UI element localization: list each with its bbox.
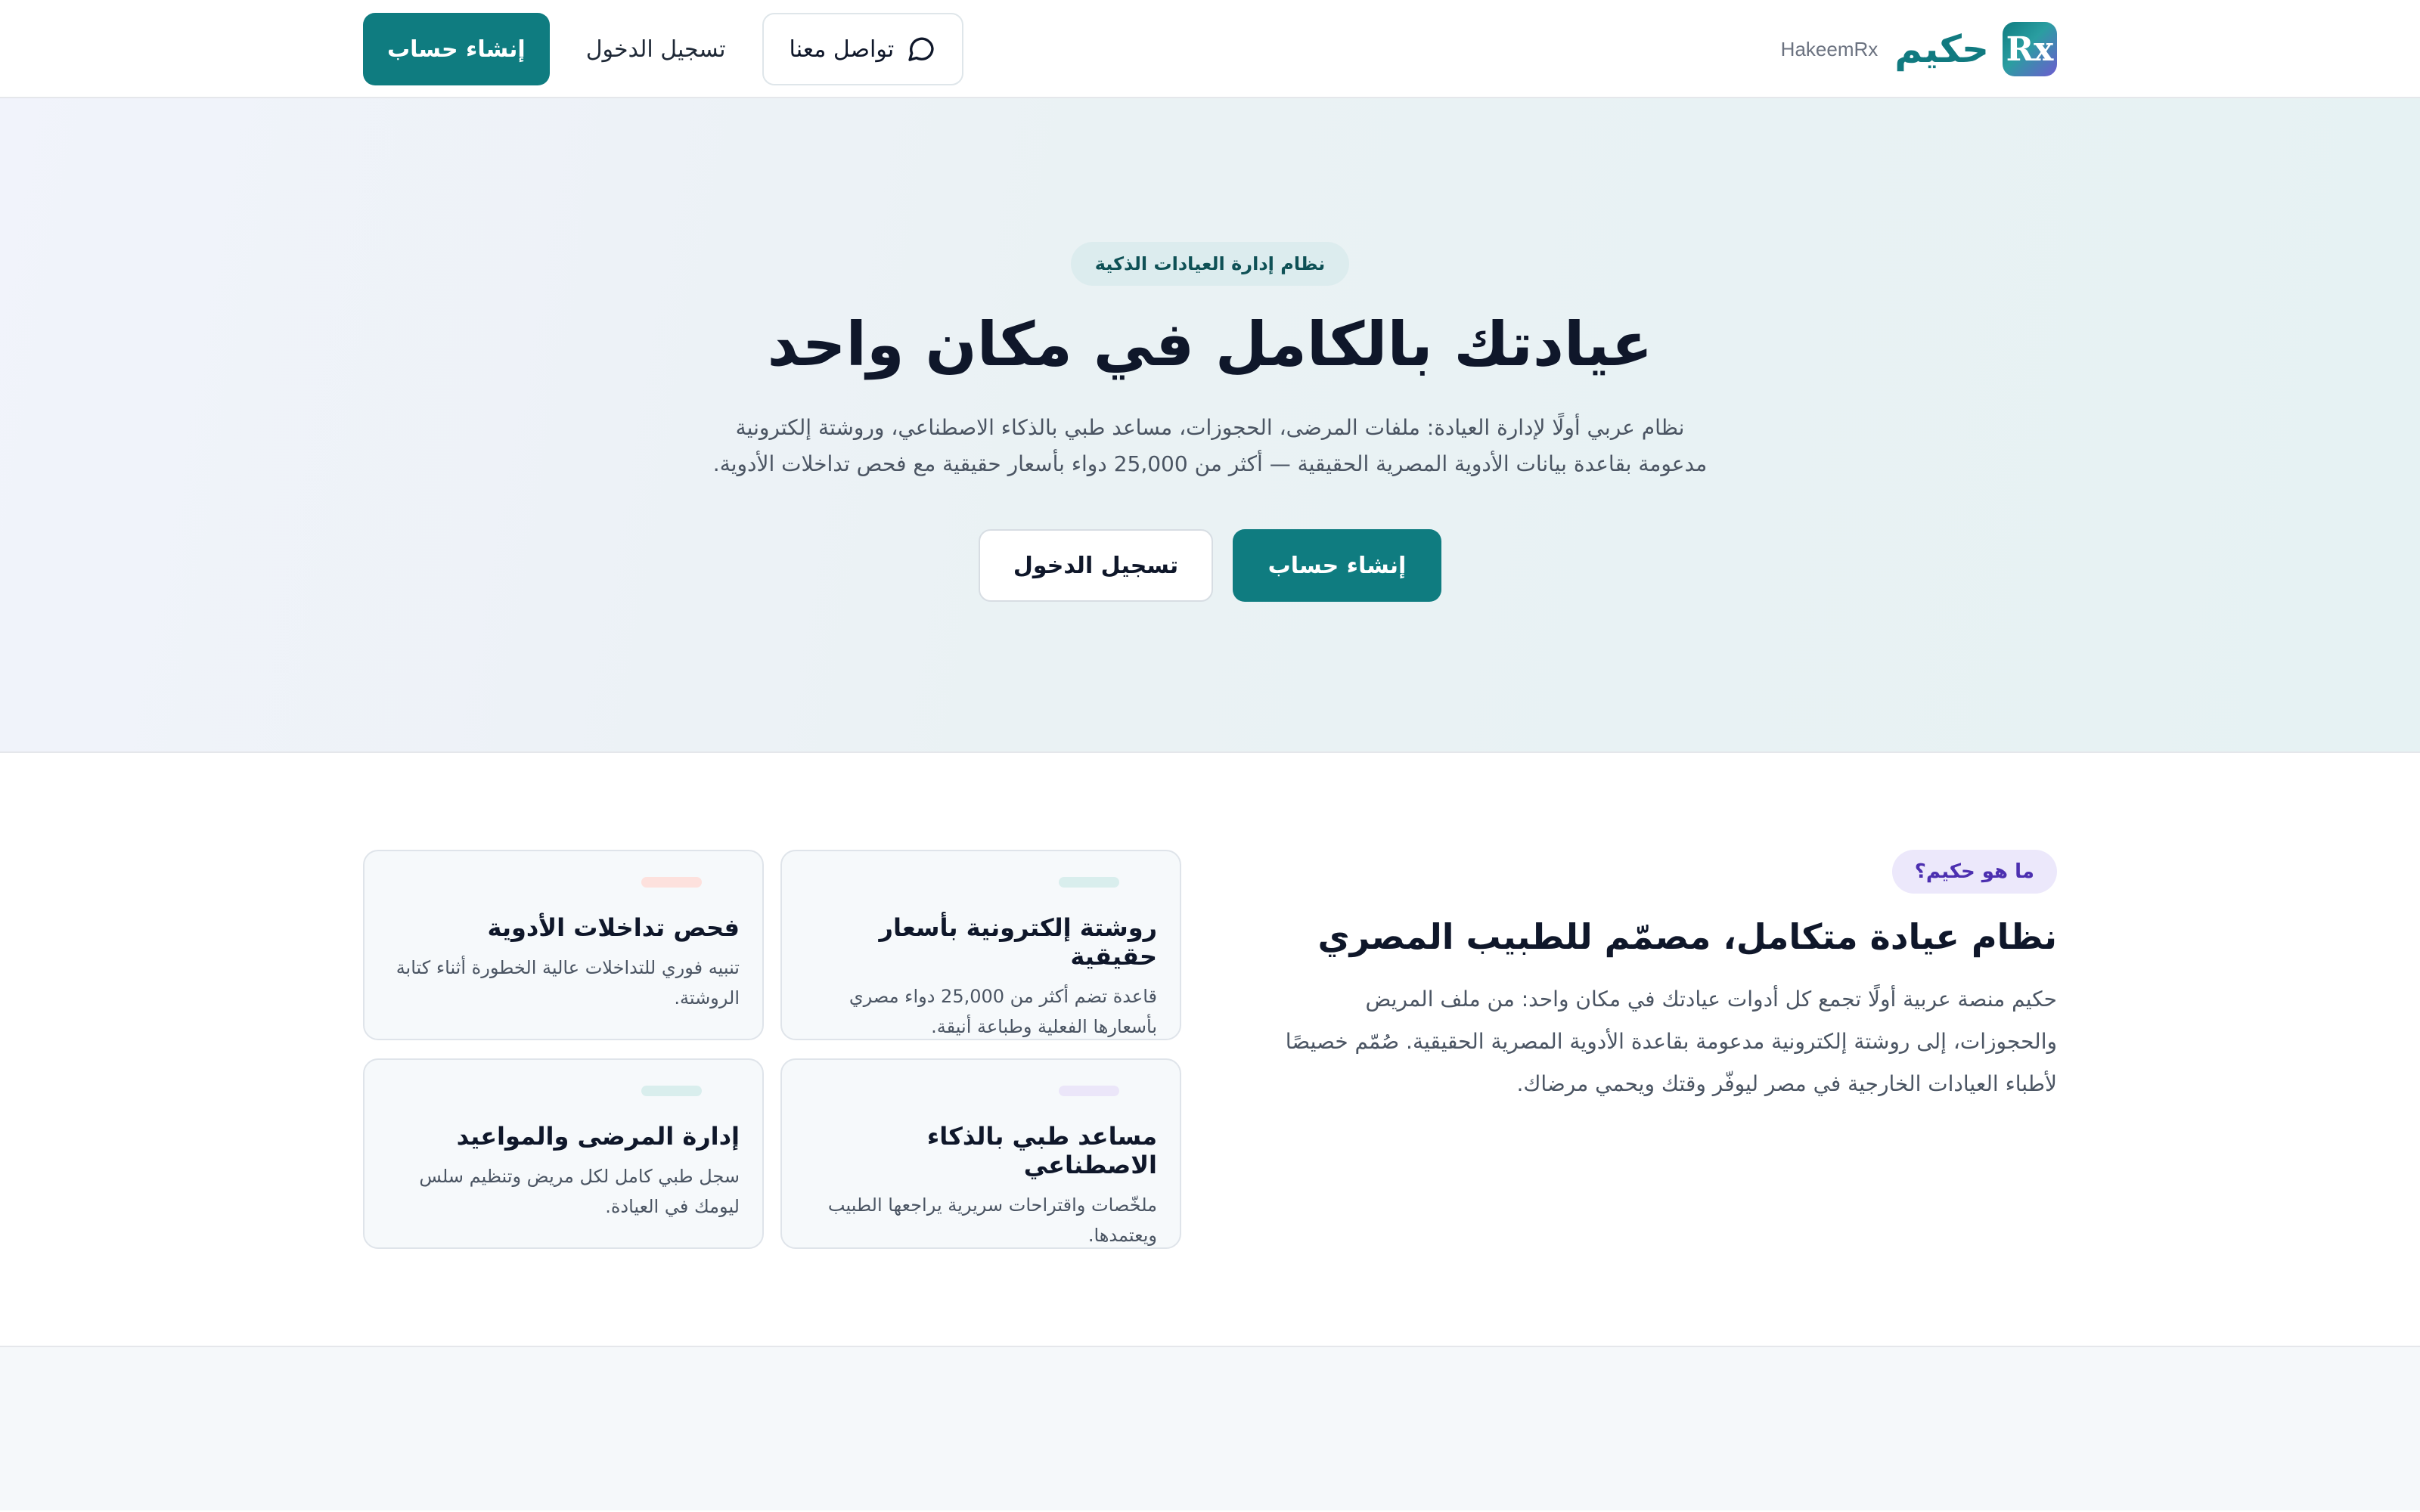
feature-description: سجل طبي كامل لكل مريض وتنظيم سلس ليومك ف…: [419, 1166, 740, 1217]
feature-card-interactions: فحص تداخلات الأدوية تنبيه فوري للتداخلات…: [363, 850, 764, 1040]
next-section: [0, 1347, 2420, 1510]
hero-section: نظام إدارة العيادات الذكية عيادتك بالكام…: [0, 98, 2420, 753]
brand-subtitle: HakeemRx: [1780, 37, 1879, 60]
feature-accent-bar: [1059, 1086, 1119, 1096]
about-title: نظام عيادة متكامل، مصمّم للطبيب المصري: [1317, 916, 2057, 957]
feature-title: روشتة إلكترونية بأسعار حقيقية: [879, 913, 1157, 971]
feature-description: قاعدة تضم أكثر من 25,000 دواء مصري بأسعا…: [849, 986, 1157, 1037]
feature-accent-bar: [1059, 877, 1119, 888]
feature-title: فحص تداخلات الأدوية: [487, 913, 740, 942]
hero-title: عيادتك بالكامل في مكان واحد: [767, 309, 1653, 380]
about-text: ما هو حكيم؟ نظام عيادة متكامل، مصمّم للط…: [1255, 850, 2057, 1249]
hero-description: نظام عربي أولًا لإدارة العيادة: ملفات ال…: [712, 415, 1708, 476]
feature-accent-bar: [641, 877, 702, 888]
hero-buttons: إنشاء حساب تسجيل الدخول: [363, 529, 2057, 602]
brand-logo-icon: Rx: [2003, 22, 2057, 76]
feature-title: مساعد طبي بالذكاء الاصطناعي: [926, 1122, 1157, 1179]
brand-name: حكيم: [1894, 27, 1989, 71]
features-grid: روشتة إلكترونية بأسعار حقيقية قاعدة تضم …: [363, 850, 1181, 1249]
chat-bubble-icon: [906, 34, 936, 64]
feature-card-prescription: روشتة إلكترونية بأسعار حقيقية قاعدة تضم …: [780, 850, 1181, 1040]
feature-card-ai-assistant: مساعد طبي بالذكاء الاصطناعي ملخّصات واقت…: [780, 1058, 1181, 1249]
about-badge: ما هو حكيم؟: [1891, 850, 2057, 894]
about-section: ما هو حكيم؟ نظام عيادة متكامل، مصمّم للط…: [0, 753, 2420, 1347]
contact-button-label: تواصل معنا: [789, 36, 895, 63]
hero-login-button[interactable]: تسجيل الدخول: [979, 529, 1213, 602]
top-navbar: Rx حكيم HakeemRx تواصل معنا تسجيل الدخول…: [0, 0, 2420, 98]
feature-description: ملخّصات واقتراحات سريرية يراجعها الطبيب …: [827, 1194, 1157, 1246]
nav-actions: تواصل معنا تسجيل الدخول إنشاء حساب: [363, 13, 964, 85]
contact-button[interactable]: تواصل معنا: [762, 13, 964, 85]
signup-button[interactable]: إنشاء حساب: [363, 13, 550, 85]
feature-title: إدارة المرضى والمواعيد: [456, 1122, 740, 1151]
feature-description: تنبيه فوري للتداخلات عالية الخطورة أثناء…: [396, 957, 740, 1009]
brand[interactable]: Rx حكيم HakeemRx: [1781, 22, 2057, 76]
about-description: حكيم منصة عربية أولًا تجمع كل أدوات عياد…: [1285, 987, 2057, 1096]
hero-signup-button[interactable]: إنشاء حساب: [1233, 529, 1441, 602]
hero-badge: نظام إدارة العيادات الذكية: [1070, 242, 1350, 286]
feature-accent-bar: [641, 1086, 702, 1096]
login-link[interactable]: تسجيل الدخول: [586, 36, 726, 63]
feature-card-patients: إدارة المرضى والمواعيد سجل طبي كامل لكل …: [363, 1058, 764, 1249]
